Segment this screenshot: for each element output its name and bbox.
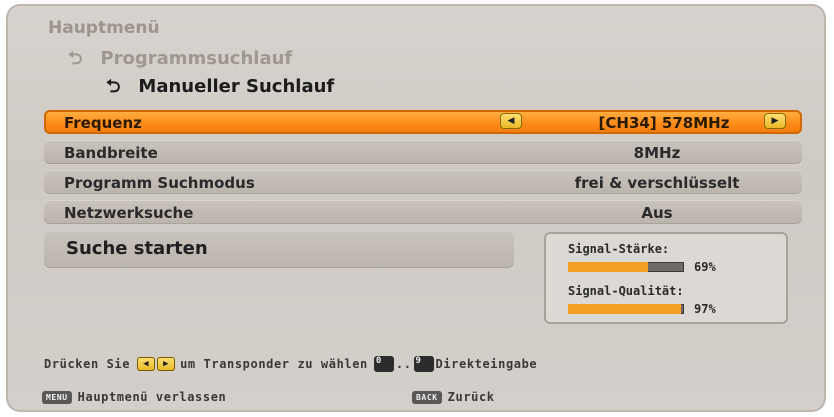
hint-line: Drücken Sie ◀ ▶ um Transponder zu wählen… [44, 356, 537, 372]
row-label: Bandbreite [64, 144, 158, 162]
signal-strength-value: 69% [694, 260, 716, 274]
row-label: Programm Suchmodus [64, 174, 255, 192]
digit-9-key-icon: 9 [413, 356, 434, 372]
row-value: 8MHz [633, 144, 681, 162]
signal-panel: Signal-Stärke: 69% Signal-Qualität: 97% [544, 232, 788, 324]
hint-prefix: Drücken Sie [44, 357, 131, 371]
breadcrumb-manueller-suchlauf[interactable]: ⮌ Manueller Suchlauf [106, 76, 334, 97]
signal-strength-label: Signal-Stärke: [568, 242, 670, 256]
signal-quality-value: 97% [694, 302, 716, 316]
signal-strength-fill [568, 262, 649, 272]
signal-quality-label: Signal-Qualität: [568, 284, 684, 298]
row-value: frei & verschlüsselt [574, 174, 740, 192]
digit-0-key-icon: 0 [373, 356, 394, 372]
row-label: Netzwerksuche [64, 204, 194, 222]
menu-label: Hauptmenü verlassen [77, 390, 227, 404]
row-value: [CH34] 578MHz [598, 114, 730, 132]
back-key-icon: BACK [412, 390, 442, 404]
row-label: Frequenz [64, 114, 142, 132]
left-key-icon: ◀ [137, 357, 156, 371]
return-arrow-icon: ⮌ [106, 75, 121, 97]
return-arrow-icon: ⮌ [68, 47, 83, 69]
row-netzwerksuche[interactable]: Netzwerksuche Aus [44, 200, 802, 224]
signal-strength-bar [568, 262, 684, 272]
row-bandbreite[interactable]: Bandbreite 8MHz [44, 140, 802, 164]
row-frequenz[interactable]: Frequenz ◀ [CH34] 578MHz ▶ [44, 110, 802, 134]
right-key-icon: ▶ [157, 357, 176, 371]
back-label: Zurück [447, 390, 495, 404]
hint-middle: um Transponder zu wählen [180, 357, 368, 371]
start-search-button[interactable]: Suche starten [44, 232, 514, 268]
row-programm-suchmodus[interactable]: Programm Suchmodus frei & verschlüsselt [44, 170, 802, 194]
hint-between: .. [395, 357, 412, 371]
footer-back[interactable]: BACK Zurück [412, 390, 495, 404]
signal-quality-fill [568, 304, 681, 314]
hint-suffix: Direkteingabe [435, 357, 538, 371]
menu-screen: Hauptmenü ⮌ Programmsuchlauf ⮌ Manueller… [6, 4, 826, 412]
menu-key-icon: MENU [42, 390, 72, 404]
footer-menu[interactable]: MENU Hauptmenü verlassen [42, 390, 226, 404]
signal-quality-bar [568, 304, 684, 314]
left-arrow-icon[interactable]: ◀ [500, 113, 522, 129]
right-arrow-icon[interactable]: ▶ [764, 113, 786, 129]
breadcrumb-label: Manueller Suchlauf [138, 76, 335, 97]
row-value: Aus [641, 204, 673, 222]
page-title: Hauptmenü [48, 18, 160, 38]
breadcrumb-programmsuchlauf[interactable]: ⮌ Programmsuchlauf [68, 48, 292, 69]
breadcrumb-label: Programmsuchlauf [100, 48, 293, 69]
start-search-label: Suche starten [66, 238, 208, 259]
